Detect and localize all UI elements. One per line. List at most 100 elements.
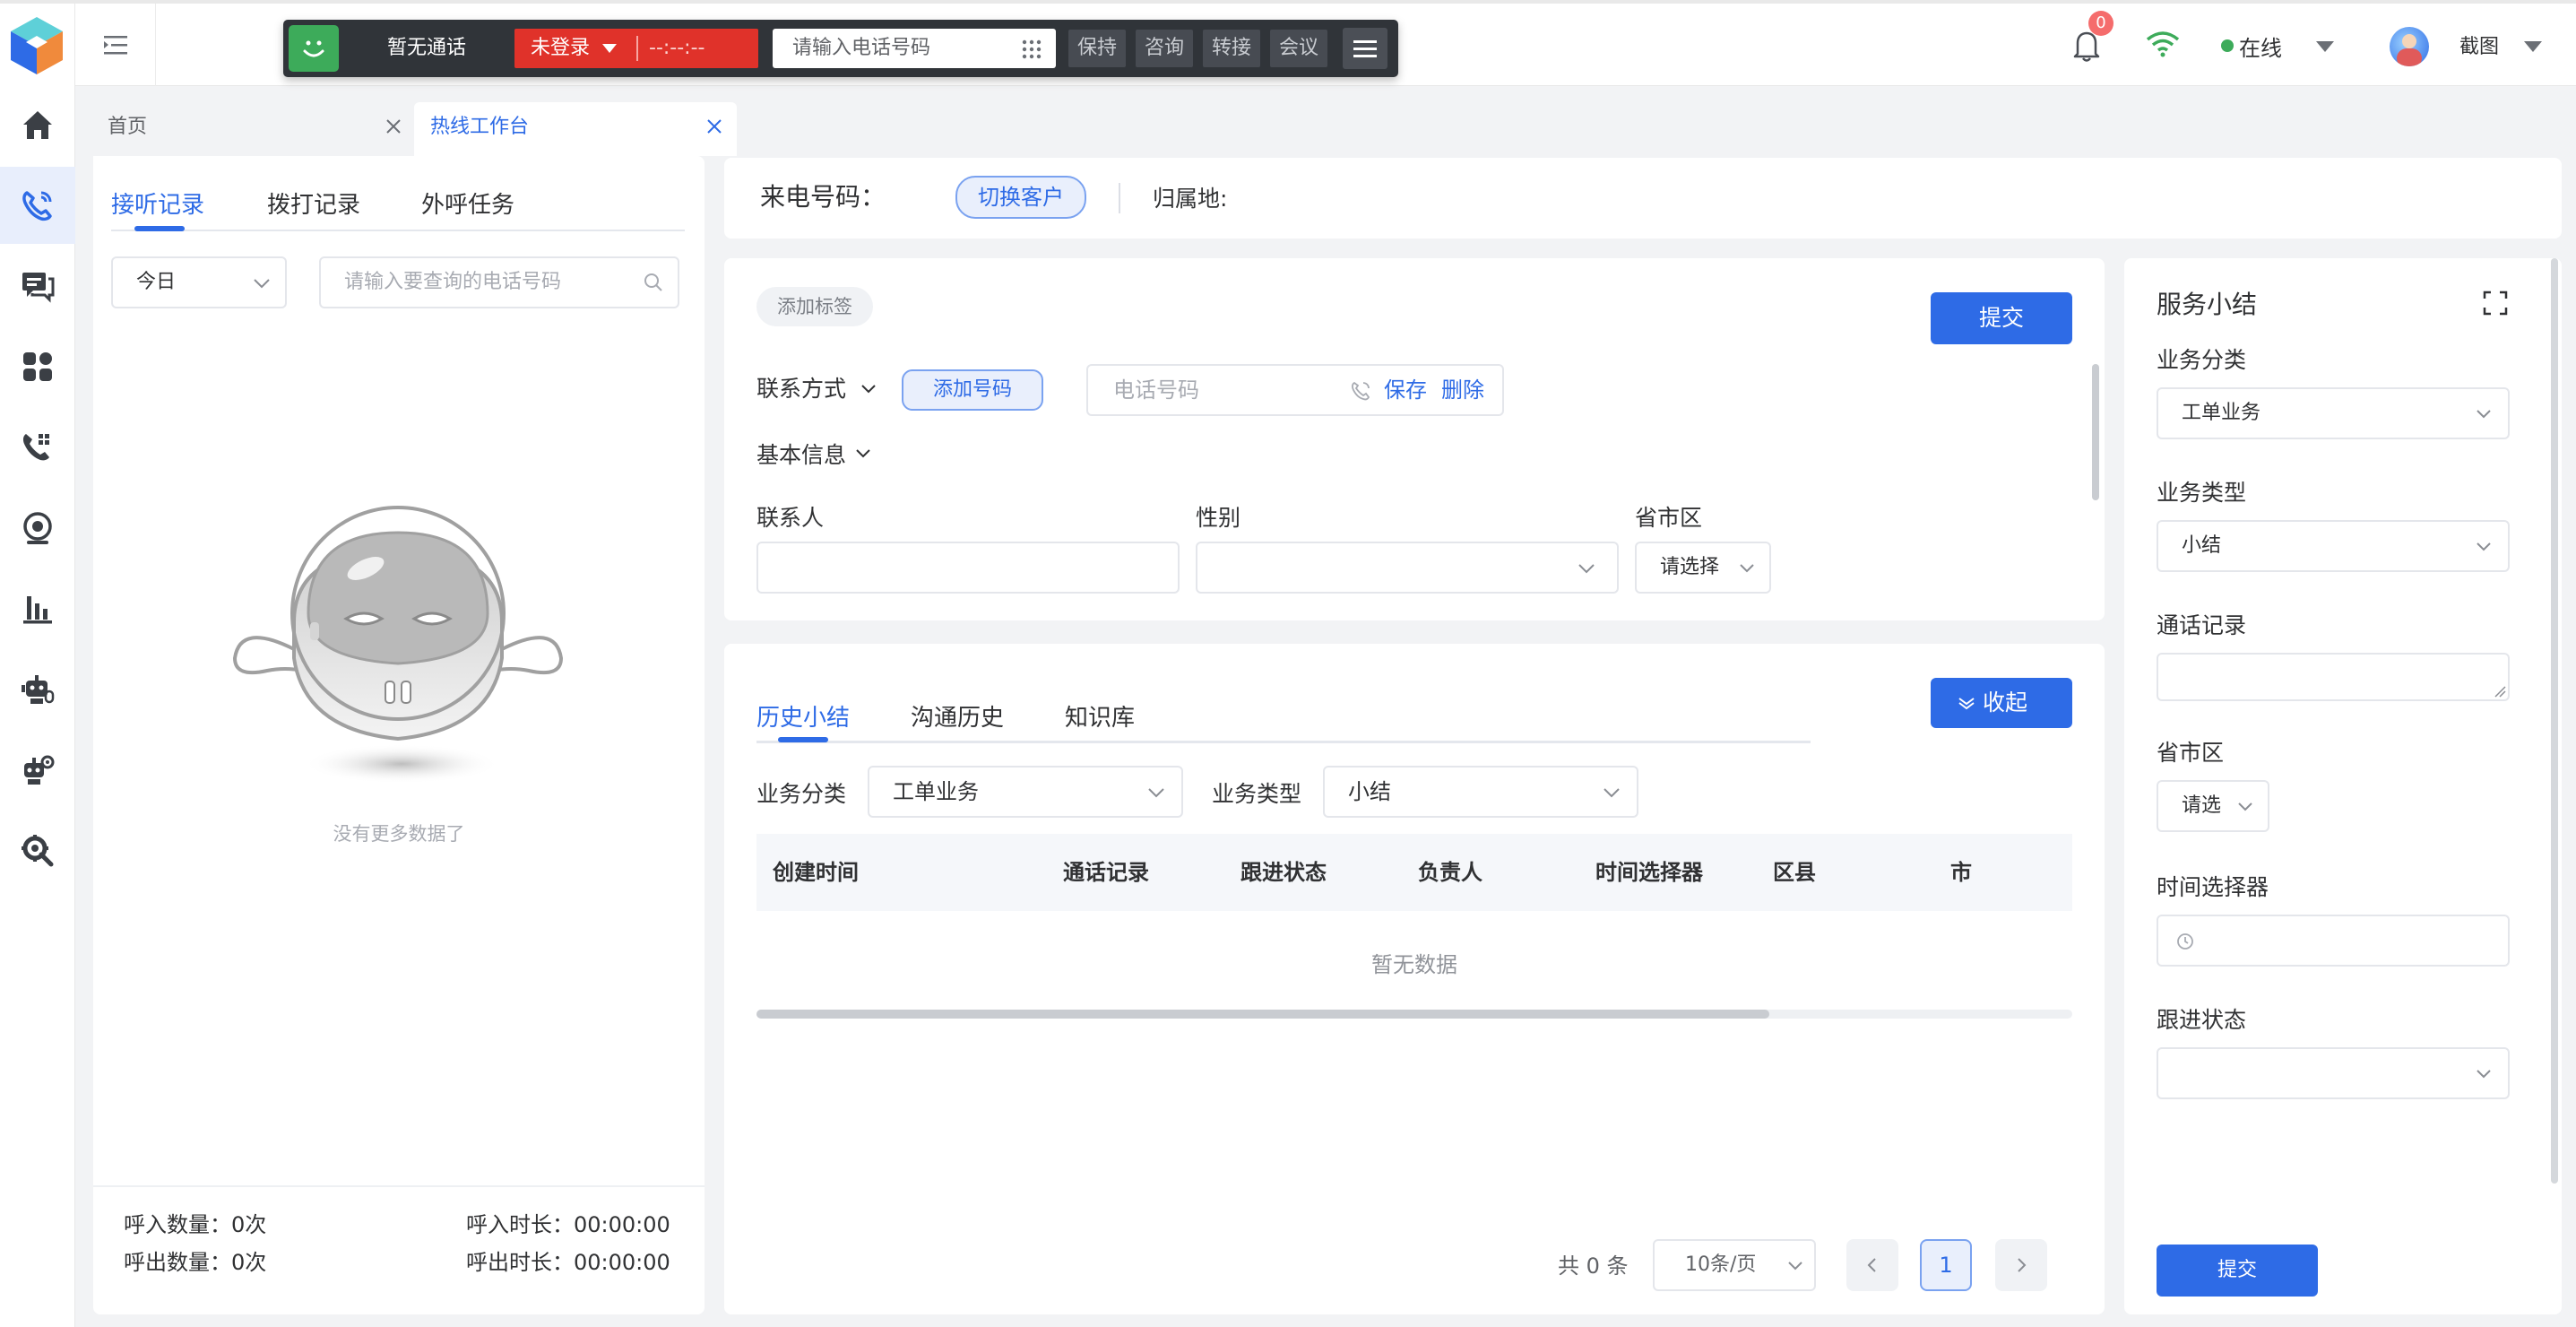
save-phone-link[interactable]: 保存 — [1384, 366, 1427, 414]
biz-category-select[interactable]: 工单业务 — [868, 766, 1183, 818]
caller-number-label: 来电号码： — [760, 182, 886, 212]
prev-page-button[interactable] — [1846, 1239, 1898, 1291]
chevron-down-icon[interactable] — [860, 384, 877, 395]
summary-follow-select[interactable] — [2157, 1047, 2510, 1099]
monitor-nav-icon[interactable] — [0, 490, 75, 567]
call-center-nav-icon[interactable] — [0, 409, 75, 486]
call-records-panel: 接听记录 拨打记录 外呼任务 今日 请输入要查询的电话号码 没有更多数据了 呼入… — [93, 156, 705, 1314]
hold-button[interactable]: 保持 — [1068, 30, 1126, 67]
resize-handle-icon[interactable] — [2494, 685, 2506, 698]
stats-nav-icon[interactable] — [0, 570, 75, 647]
column-header: 创建时间 — [773, 860, 859, 885]
summary-region-label: 省市区 — [2157, 740, 2225, 766]
meeting-button[interactable]: 会议 — [1270, 30, 1327, 67]
contact-phone-input[interactable]: 电话号码 保存 删除 — [1086, 364, 1504, 416]
incoming-count: 呼入数量：0次 — [124, 1212, 267, 1237]
chevron-down-icon — [2477, 410, 2491, 419]
summary-biz-category-value: 工单业务 — [2182, 402, 2261, 424]
phone-number-placeholder: 请输入电话号码 — [792, 37, 931, 59]
basic-info-label[interactable]: 基本信息 — [756, 438, 846, 470]
page-size-value: 10条/页 — [1685, 1253, 1757, 1276]
pagination-total: 共 0 条 — [1558, 1253, 1629, 1279]
column-header: 负责人 — [1418, 860, 1482, 885]
fullscreen-icon[interactable] — [2483, 291, 2508, 316]
tab-hotline-workbench[interactable]: 热线工作台 — [414, 102, 737, 156]
robot-nav-icon[interactable] — [0, 651, 75, 728]
contact-person-input[interactable] — [756, 542, 1180, 594]
region-placeholder: 请选择 — [1660, 556, 1720, 578]
close-icon[interactable] — [385, 118, 402, 134]
hamburger-icon — [1353, 40, 1377, 57]
gender-select[interactable] — [1196, 542, 1619, 594]
chat-nav-icon[interactable] — [0, 247, 75, 325]
add-number-button[interactable]: 添加号码 — [902, 369, 1043, 411]
phone-number-input[interactable]: 请输入电话号码 — [773, 29, 1056, 68]
summary-biz-category-select[interactable]: 工单业务 — [2157, 387, 2510, 439]
tab-incoming-records[interactable]: 接听记录 — [111, 186, 204, 220]
apps-nav-icon[interactable] — [0, 328, 75, 405]
home-nav-icon[interactable] — [0, 86, 75, 163]
tab-history-summary[interactable]: 历史小结 — [756, 699, 850, 733]
summary-biz-type-select[interactable]: 小结 — [2157, 520, 2510, 572]
login-status-dropdown[interactable]: 未登录 --:--:-- — [514, 29, 758, 68]
caret-down-icon[interactable] — [2524, 41, 2542, 52]
tab-home-label: 首页 — [108, 116, 148, 138]
column-header: 市 — [1950, 860, 1972, 885]
summary-submit-button[interactable]: 提交 — [2157, 1245, 2318, 1297]
empty-robot-illustration — [231, 479, 565, 784]
phone-search-input[interactable]: 请输入要查询的电话号码 — [319, 256, 679, 308]
switch-customer-button[interactable]: 切换客户 — [955, 176, 1086, 219]
region-label: 省市区 — [1635, 505, 1703, 531]
form-scrollbar[interactable] — [2092, 364, 2099, 500]
username[interactable]: 截图 — [2459, 30, 2499, 59]
chevron-down-icon[interactable] — [855, 448, 871, 459]
summary-region-select[interactable]: 请选 — [2157, 780, 2269, 832]
collapse-button[interactable]: 收起 — [1931, 678, 2072, 728]
summary-biz-type-label: 业务类型 — [2157, 480, 2247, 506]
consult-button[interactable]: 咨询 — [1136, 30, 1193, 67]
notification-bell[interactable]: 0 — [2070, 11, 2114, 63]
page-number-button[interactable]: 1 — [1920, 1239, 1972, 1291]
incoming-duration: 呼入时长：00:00:00 — [466, 1212, 670, 1237]
summary-call-record-label: 通话记录 — [2157, 612, 2247, 638]
active-tab-indicator — [778, 737, 828, 742]
add-tag-button[interactable]: 添加标签 — [756, 287, 873, 326]
hotline-nav-icon[interactable] — [0, 167, 75, 244]
transfer-button[interactable]: 转接 — [1203, 30, 1260, 67]
dialpad-icon[interactable] — [1022, 39, 1042, 59]
tools-nav-icon[interactable] — [0, 812, 75, 889]
table-scrollbar-thumb[interactable] — [756, 1010, 1769, 1019]
history-panel: 历史小结 沟通历史 知识库 收起 业务分类 工单业务 业务类型 小结 创建时间 … — [724, 644, 2105, 1314]
page-size-select[interactable]: 10条/页 — [1653, 1239, 1816, 1291]
summary-time-picker[interactable] — [2157, 915, 2510, 967]
biz-category-label: 业务分类 — [756, 781, 847, 807]
date-filter-select[interactable]: 今日 — [111, 256, 287, 308]
robot-settings-nav-icon[interactable] — [0, 732, 75, 809]
tab-outgoing-records[interactable]: 拨打记录 — [267, 186, 360, 220]
softphone-menu-button[interactable] — [1343, 28, 1387, 69]
sidebar-toggle-button[interactable] — [75, 4, 156, 86]
next-page-button[interactable] — [1995, 1239, 2047, 1291]
contact-method-label[interactable]: 联系方式 — [756, 371, 846, 403]
online-dot — [2221, 39, 2234, 52]
chevron-down-icon — [1148, 788, 1164, 798]
tab-home[interactable]: 首页 — [93, 102, 409, 156]
summary-title: 服务小结 — [2157, 290, 2258, 319]
avatar[interactable] — [2390, 27, 2429, 66]
summary-biz-type-value: 小结 — [2182, 534, 2222, 557]
double-chevron-down-icon — [1958, 698, 1975, 710]
summary-scrollbar[interactable] — [2551, 258, 2558, 1184]
submit-customer-button[interactable]: 提交 — [1931, 292, 2072, 344]
search-icon[interactable] — [644, 273, 663, 292]
region-select[interactable]: 请选择 — [1635, 542, 1771, 594]
chevron-left-icon — [1867, 1258, 1876, 1272]
tab-outbound-tasks[interactable]: 外呼任务 — [421, 186, 514, 220]
outgoing-count: 呼出数量：0次 — [124, 1250, 267, 1275]
delete-phone-link[interactable]: 删除 — [1441, 366, 1484, 414]
close-icon[interactable] — [706, 118, 722, 134]
biz-type-select[interactable]: 小结 — [1323, 766, 1638, 818]
tab-communication-history[interactable]: 沟通历史 — [911, 699, 1004, 733]
summary-call-record-textarea[interactable] — [2157, 653, 2510, 701]
summary-region-placeholder: 请选 — [2182, 794, 2222, 817]
tab-knowledge-base[interactable]: 知识库 — [1065, 699, 1135, 733]
